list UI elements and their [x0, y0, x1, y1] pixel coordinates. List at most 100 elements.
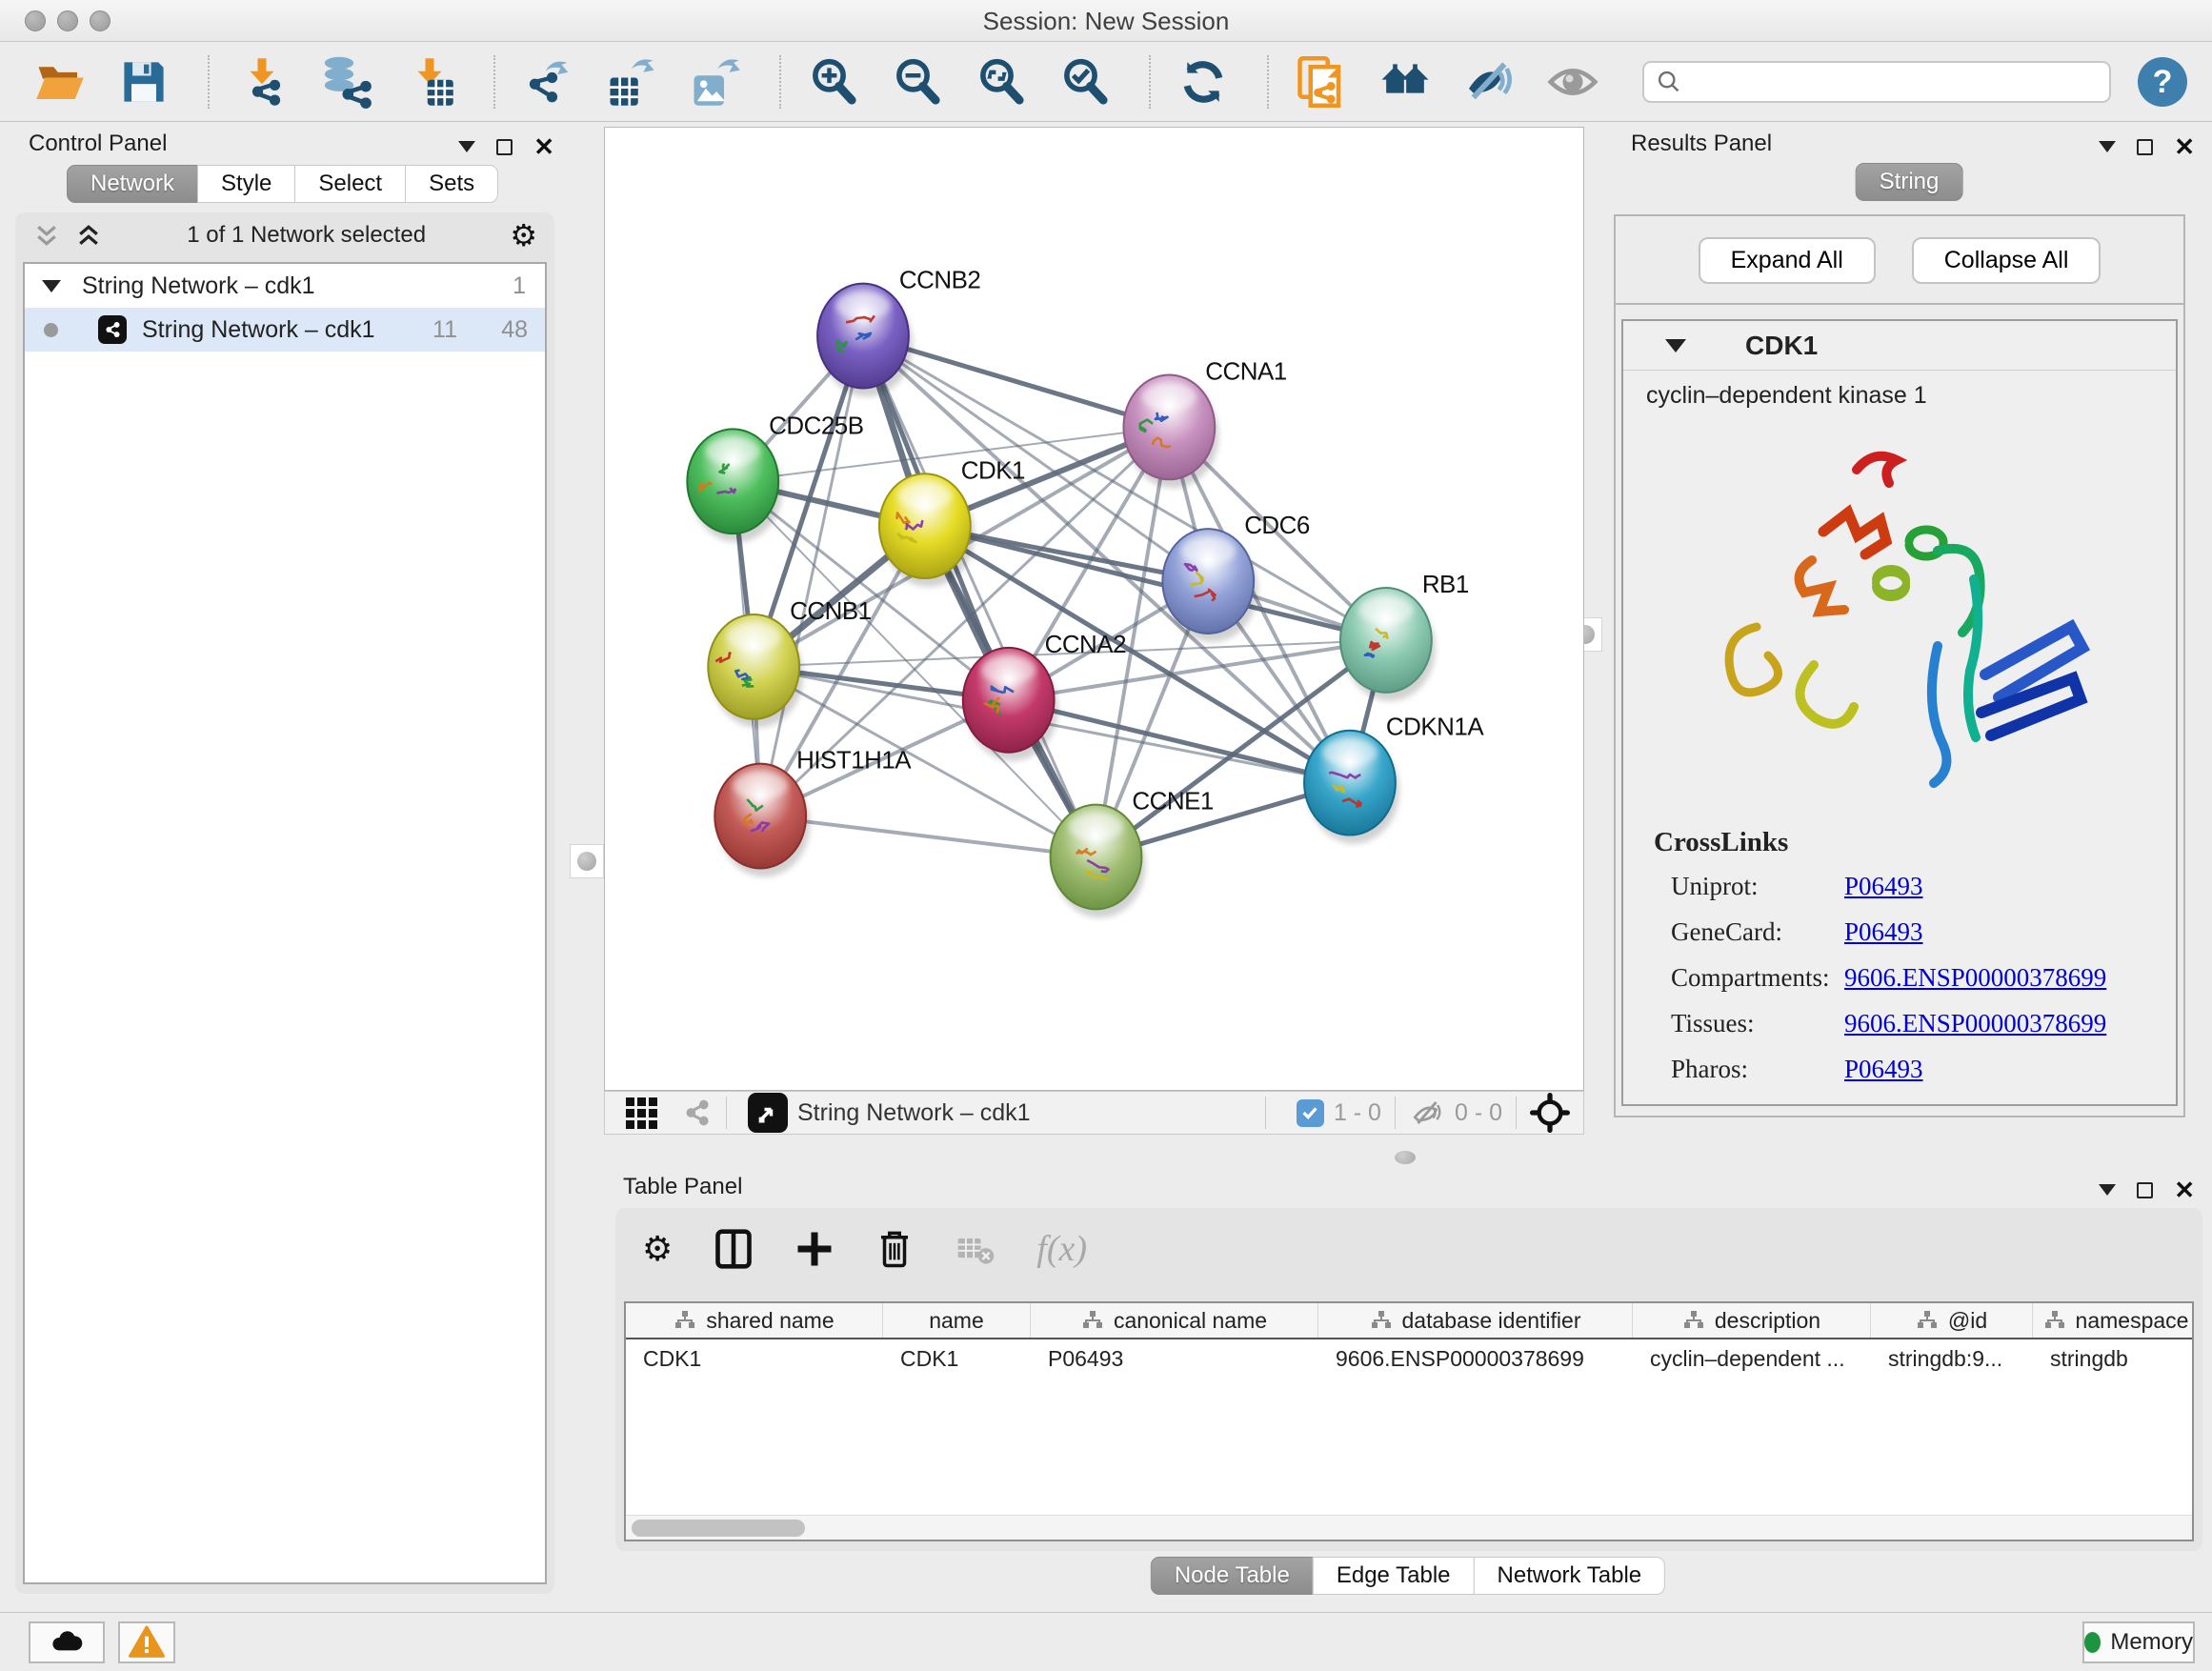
column-header[interactable]: @id [1871, 1303, 2033, 1338]
column-header[interactable]: namespace [2033, 1303, 2194, 1338]
toolbar-search[interactable] [1642, 61, 2111, 103]
left-splitter-handle[interactable] [570, 844, 604, 878]
close-panel-icon[interactable]: ✕ [533, 134, 554, 159]
tab-edge-table[interactable]: Edge Table [1313, 1557, 1475, 1595]
zoom-fit-icon[interactable] [974, 54, 1029, 110]
create-column-plus-icon[interactable] [794, 1229, 835, 1269]
network-view-icon[interactable] [680, 1097, 713, 1129]
table-cell[interactable]: P06493 [1031, 1346, 1318, 1372]
open-session-icon[interactable] [32, 54, 88, 110]
tab-style[interactable]: Style [197, 165, 295, 203]
undock-panel-icon[interactable] [2137, 139, 2153, 155]
function-builder-icon[interactable]: f(x) [1036, 1228, 1087, 1270]
crosslink-link[interactable]: P06493 [1844, 1055, 1923, 1084]
window-titlebar: Session: New Session [0, 0, 2212, 42]
node-table[interactable]: shared namenamecanonical namedatabase id… [624, 1301, 2194, 1541]
table-cell[interactable]: stringdb:9... [1871, 1346, 2033, 1372]
birdseye-view-icon[interactable] [748, 1093, 788, 1133]
network-options-gear-icon[interactable]: ⚙ [510, 217, 537, 253]
delete-table-icon[interactable] [955, 1228, 996, 1270]
table-horizontal-scrollbar[interactable] [626, 1515, 2192, 1540]
search-input[interactable] [1682, 69, 2098, 95]
table-cell[interactable]: stringdb [2033, 1346, 2194, 1372]
delete-column-trash-icon[interactable] [875, 1229, 915, 1269]
tab-node-table[interactable]: Node Table [1151, 1557, 1314, 1595]
show-columns-icon[interactable] [713, 1228, 754, 1270]
string-network-graph[interactable]: CCNB2CCNA1CDC25BCDK1CDC6RB1CCNB1CCNA2HIS… [605, 128, 1583, 1090]
network-collection-row[interactable]: String Network – cdk1 1 [25, 264, 545, 308]
tab-sets[interactable]: Sets [405, 165, 498, 203]
refresh-icon[interactable] [1176, 54, 1231, 110]
collapse-all-button[interactable]: Collapse All [1912, 237, 2101, 284]
network-canvas[interactable]: CCNB2CCNA1CDC25BCDK1CDC6RB1CCNB1CCNA2HIS… [604, 127, 1584, 1091]
gene-entry-header[interactable]: CDK1 [1623, 321, 2176, 371]
scrollbar-thumb[interactable] [632, 1520, 805, 1537]
collection-label: String Network – cdk1 [82, 272, 315, 300]
undock-panel-icon[interactable] [496, 139, 513, 155]
crosslink-link[interactable]: 9606.ENSP00000378699 [1844, 963, 2106, 993]
table-row[interactable]: CDK1CDK1P064939606.ENSP00000378699cyclin… [626, 1339, 2192, 1378]
column-header[interactable]: database identifier [1318, 1303, 1633, 1338]
column-header[interactable]: shared name [626, 1303, 883, 1338]
memory-button[interactable]: Memory [2082, 1621, 2195, 1663]
toolbar-separator [1149, 55, 1151, 109]
table-cell[interactable]: cyclin–dependent ... [1633, 1346, 1871, 1372]
expand-all-button[interactable]: Expand All [1699, 237, 1876, 284]
table-header-row: shared namenamecanonical namedatabase id… [626, 1303, 2192, 1339]
network-edge-count: 48 [457, 316, 528, 344]
table-toolbar: ⚙ f(x) [615, 1208, 2202, 1290]
cloud-button[interactable] [29, 1621, 105, 1663]
table-options-gear-icon[interactable]: ⚙ [642, 1230, 673, 1269]
tab-network[interactable]: Network [67, 165, 198, 203]
float-panel-icon[interactable] [458, 141, 475, 152]
expand-all-icon[interactable] [74, 221, 103, 250]
import-network-database-icon[interactable] [318, 54, 373, 110]
close-panel-icon[interactable]: ✕ [2174, 1178, 2195, 1202]
tab-network-table[interactable]: Network Table [1474, 1557, 1666, 1595]
selected-checkbox-icon[interactable] [1297, 1099, 1324, 1127]
zoom-out-icon[interactable] [890, 54, 945, 110]
column-header[interactable]: name [883, 1303, 1031, 1338]
zoom-selected-icon[interactable] [1057, 54, 1113, 110]
network-column-icon [2043, 1309, 2066, 1332]
crosslink-link[interactable]: P06493 [1844, 872, 1923, 901]
fit-content-crosshair-icon[interactable] [1530, 1093, 1570, 1133]
close-panel-icon[interactable]: ✕ [2174, 134, 2195, 159]
tab-select[interactable]: Select [294, 165, 406, 203]
horizontal-splitter-handle[interactable] [1395, 1151, 1416, 1164]
column-header[interactable]: canonical name [1031, 1303, 1318, 1338]
undock-panel-icon[interactable] [2137, 1182, 2153, 1198]
table-cell[interactable]: 9606.ENSP00000378699 [1318, 1346, 1633, 1372]
column-header[interactable]: description [1633, 1303, 1871, 1338]
entry-expander-icon[interactable] [1665, 339, 1686, 352]
node-table-box: ⚙ f(x) shared namenamecanonical namedata… [615, 1208, 2202, 1551]
export-network-icon[interactable] [520, 54, 575, 110]
crosslink-row: Uniprot:P06493 [1654, 872, 2176, 901]
collapse-all-icon[interactable] [32, 221, 61, 250]
float-panel-icon[interactable] [2099, 1184, 2116, 1196]
string-home-icon[interactable] [1377, 54, 1433, 110]
tab-string[interactable]: String [1856, 163, 1963, 201]
duplicate-network-icon[interactable] [1294, 54, 1349, 110]
show-all-icon[interactable] [1545, 54, 1600, 110]
float-panel-icon[interactable] [2099, 141, 2116, 152]
crosslink-link[interactable]: P06493 [1844, 917, 1923, 947]
table-cell[interactable]: CDK1 [883, 1346, 1031, 1372]
help-icon[interactable]: ? [2138, 57, 2187, 107]
zoom-in-icon[interactable] [806, 54, 861, 110]
collection-expander-icon[interactable] [42, 280, 61, 292]
toolbar-separator [208, 55, 210, 109]
grid-view-icon[interactable] [626, 1097, 657, 1129]
export-image-icon[interactable] [688, 54, 743, 110]
warnings-button[interactable] [118, 1621, 175, 1663]
import-table-icon[interactable] [402, 54, 457, 110]
svg-text:CDKN1A: CDKN1A [1386, 715, 1484, 741]
table-panel-title: Table Panel [623, 1174, 742, 1200]
export-table-icon[interactable] [604, 54, 659, 110]
save-session-icon[interactable] [116, 54, 171, 110]
network-row-selected[interactable]: String Network – cdk1 11 48 [25, 308, 545, 352]
hide-selected-icon[interactable] [1461, 54, 1517, 110]
table-cell[interactable]: CDK1 [626, 1346, 883, 1372]
import-network-file-icon[interactable] [234, 54, 290, 110]
crosslink-link[interactable]: 9606.ENSP00000378699 [1844, 1009, 2106, 1038]
